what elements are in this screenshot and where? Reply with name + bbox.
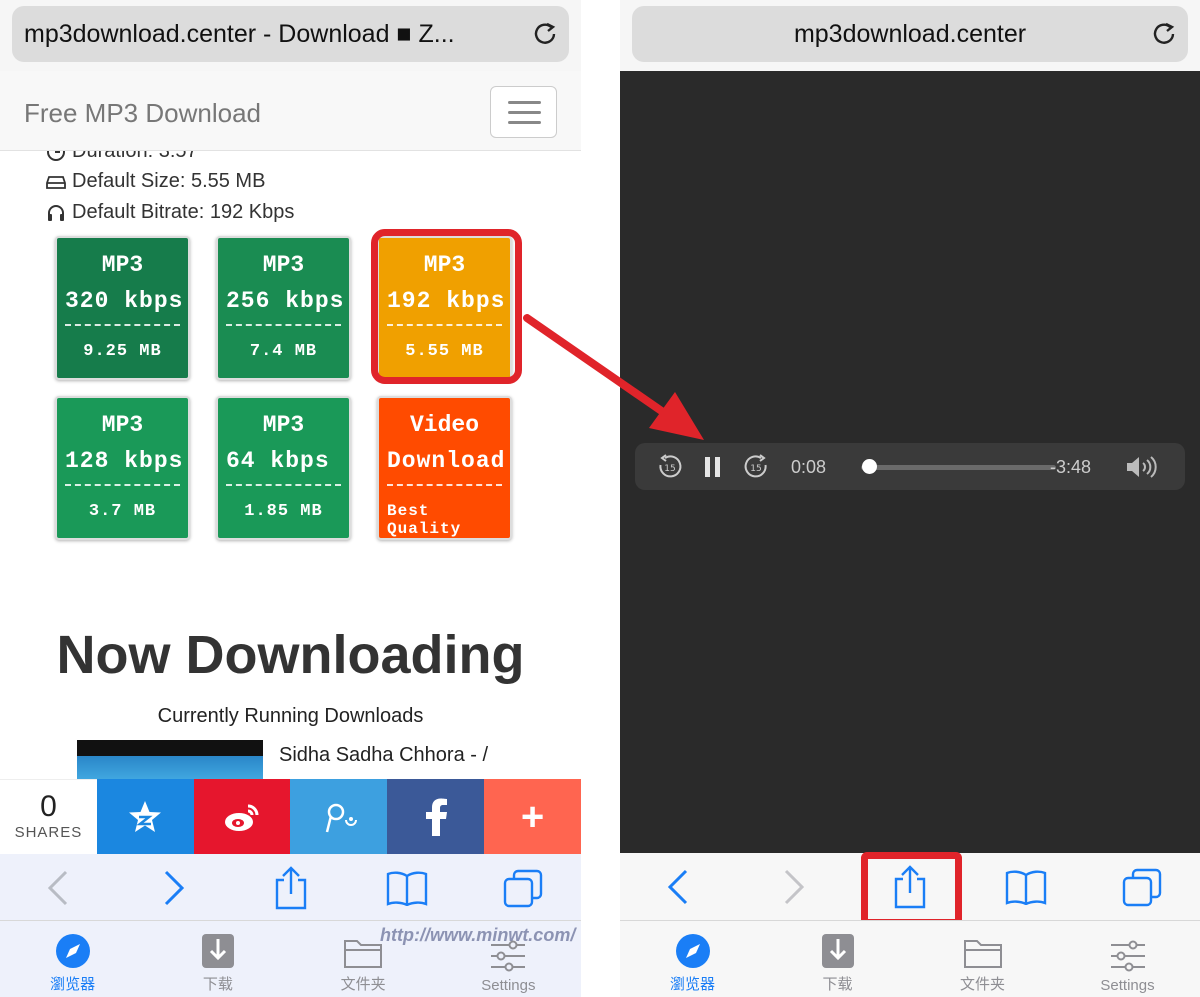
watermark: http://www.minwt.com/ bbox=[380, 925, 576, 945]
annotation-arrow-icon bbox=[523, 314, 704, 440]
